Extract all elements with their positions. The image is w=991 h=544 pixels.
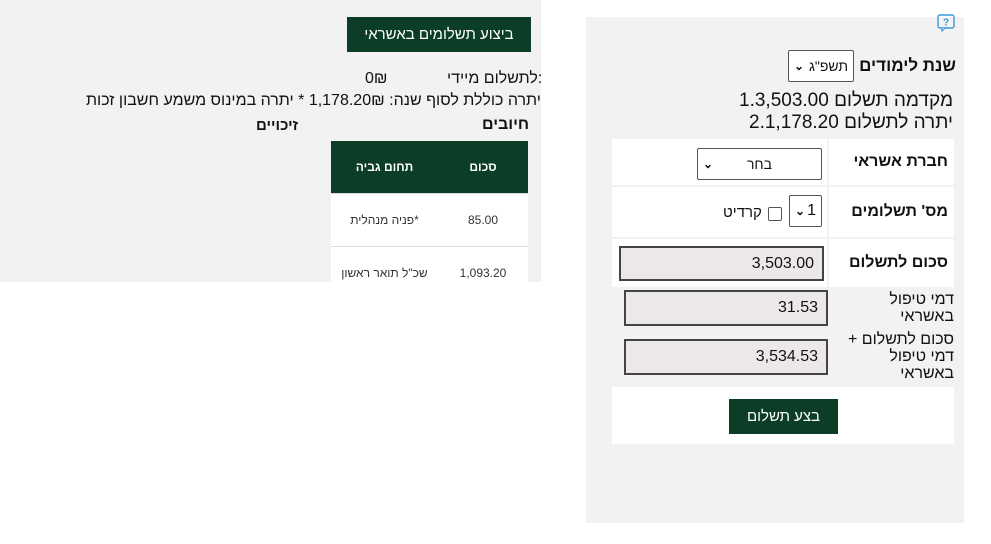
school-year-label: שנת לימודים xyxy=(859,56,956,75)
column-collection-area: תחום גביה xyxy=(331,141,438,194)
installments-value: 1 xyxy=(807,202,816,219)
row-amount: 1,093.20 xyxy=(438,246,528,282)
payment-amount-label: סכום לתשלום xyxy=(848,254,948,271)
credit-fee-field[interactable]: 31.53 xyxy=(624,290,828,326)
chevron-down-icon: ⌄ xyxy=(794,59,805,73)
row-collection-area: פניה מנהלית* xyxy=(331,193,438,247)
credit-company-label: חברת אשראי xyxy=(853,153,948,170)
row-amount: 85.00 xyxy=(438,193,528,247)
credit-company-select[interactable]: בחר ⌄ xyxy=(697,148,822,180)
installments-select[interactable]: 1 ⌄ xyxy=(789,195,822,227)
payments-summary-panel: ביצוע תשלומים באשראי לתשלום מיידי: 0₪ ית… xyxy=(0,0,541,282)
summary-remaining-balance: 2.יתרה לתשלום 1,178.20 xyxy=(749,112,953,133)
credits-heading: זיכויים xyxy=(256,117,299,134)
chevron-down-icon: ⌄ xyxy=(703,157,714,171)
credit-company-value: בחר xyxy=(746,156,773,172)
svg-text:?: ? xyxy=(943,18,949,29)
column-amount: סכום xyxy=(438,141,528,194)
pay-by-credit-button[interactable]: ביצוע תשלומים באשראי xyxy=(347,17,531,52)
year-end-balance-text: יתרה כוללת לסוף שנה: 1,178.20₪ * יתרה במ… xyxy=(86,92,541,109)
payment-amount-field[interactable]: 3,503.00 xyxy=(619,246,824,281)
help-icon[interactable]: ? xyxy=(937,14,955,32)
row-collection-area: שכ"ל תואר ראשון xyxy=(331,246,438,282)
table-row: פניה מנהלית* 85.00 xyxy=(331,193,528,247)
table-header-row: תחום גביה סכום xyxy=(331,141,528,194)
payment-amount-value: 3,503.00 xyxy=(751,254,814,272)
school-year-select[interactable]: תשפ"ג ⌄ xyxy=(788,50,854,82)
table-row: שכ"ל תואר ראשון 1,093.20 xyxy=(331,246,528,282)
credit-fee-label: דמי טיפול באשראי xyxy=(889,291,954,325)
column-divider xyxy=(827,139,829,287)
total-amount-value: 3,534.53 xyxy=(755,348,818,365)
summary-advance-payment: 1.מקדמה תשלום 3,503.00 xyxy=(739,90,954,111)
immediate-payment-label: לתשלום מיידי: xyxy=(447,70,541,87)
credit-checkbox-label: קרדיט xyxy=(723,204,762,221)
row-divider xyxy=(612,185,954,187)
charges-heading: חיובים xyxy=(482,116,530,133)
row-divider xyxy=(612,237,954,239)
immediate-payment-value: 0₪ xyxy=(365,70,388,87)
chevron-down-icon: ⌄ xyxy=(795,204,806,218)
total-amount-label: סכום לתשלום + דמי טיפול באשראי xyxy=(847,331,954,382)
charges-table: תחום גביה סכום פניה מנהלית* 85.00 שכ"ל ת… xyxy=(331,141,528,282)
credit-fee-value: 31.53 xyxy=(777,299,818,316)
submit-payment-button[interactable]: בצע תשלום xyxy=(729,399,838,434)
school-year-value: תשפ"ג xyxy=(808,58,848,74)
credit-checkbox[interactable] xyxy=(768,207,782,221)
installments-label: מס' תשלומים xyxy=(851,203,948,220)
total-amount-field[interactable]: 3,534.53 xyxy=(624,339,828,375)
